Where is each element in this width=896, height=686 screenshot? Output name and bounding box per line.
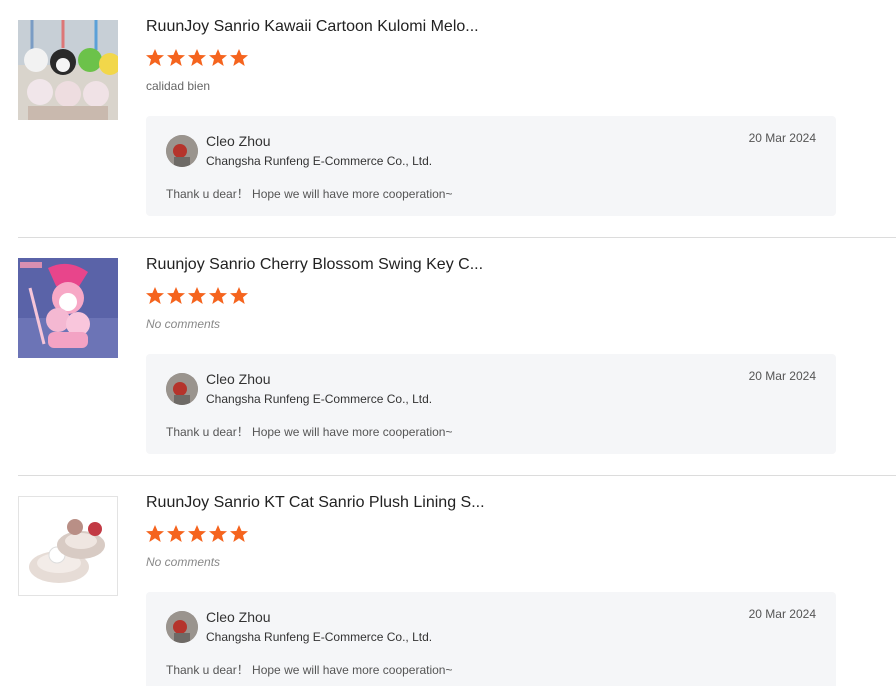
product-thumbnail[interactable] [18, 258, 118, 358]
star-icon [167, 287, 185, 304]
star-icon [209, 287, 227, 304]
review-list: RuunJoy Sanrio Kawaii Cartoon Kulomi Mel… [0, 0, 896, 686]
divider [18, 475, 896, 476]
product-thumbnail[interactable] [18, 496, 118, 596]
avatar [166, 611, 198, 643]
seller-reply: Cleo Zhou Changsha Runfeng E-Commerce Co… [146, 354, 836, 454]
reply-date: 20 Mar 2024 [748, 369, 816, 383]
star-icon [167, 525, 185, 542]
rating-stars [145, 286, 249, 306]
star-icon [188, 287, 206, 304]
rating-stars [145, 524, 249, 544]
star-icon [188, 49, 206, 66]
star-icon [230, 525, 248, 542]
review-comment: No comments [146, 317, 221, 331]
reply-text: Thank u dear！ Hope we will have more coo… [166, 425, 453, 439]
reply-text: Thank u dear！ Hope we will have more coo… [166, 187, 453, 201]
product-title[interactable]: Ruunjoy Sanrio Cherry Blossom Swing Key … [146, 256, 483, 274]
star-icon [188, 525, 206, 542]
review-comment: No comments [146, 555, 221, 569]
replier-company: Changsha Runfeng E-Commerce Co., Ltd. [206, 630, 433, 644]
avatar [166, 135, 198, 167]
replier-name: Cleo Zhou [206, 371, 271, 387]
star-icon [167, 49, 185, 66]
star-icon [209, 49, 227, 66]
seller-reply: Cleo Zhou Changsha Runfeng E-Commerce Co… [146, 116, 836, 216]
product-thumbnail[interactable] [18, 20, 118, 120]
reply-text: Thank u dear！ Hope we will have more coo… [166, 663, 453, 677]
seller-reply: Cleo Zhou Changsha Runfeng E-Commerce Co… [146, 592, 836, 686]
review-comment: calidad bien [146, 79, 211, 93]
replier-company: Changsha Runfeng E-Commerce Co., Ltd. [206, 154, 433, 168]
star-icon [146, 49, 164, 66]
replier-name: Cleo Zhou [206, 609, 271, 625]
replier-name: Cleo Zhou [206, 133, 271, 149]
product-title[interactable]: RuunJoy Sanrio KT Cat Sanrio Plush Linin… [146, 494, 485, 512]
avatar [166, 373, 198, 405]
product-title[interactable]: RuunJoy Sanrio Kawaii Cartoon Kulomi Mel… [146, 18, 479, 36]
divider [18, 237, 896, 238]
reply-date: 20 Mar 2024 [748, 607, 816, 621]
reply-date: 20 Mar 2024 [748, 131, 816, 145]
star-icon [146, 287, 164, 304]
star-icon [230, 287, 248, 304]
star-icon [230, 49, 248, 66]
rating-stars [145, 48, 249, 68]
replier-company: Changsha Runfeng E-Commerce Co., Ltd. [206, 392, 433, 406]
star-icon [209, 525, 227, 542]
star-icon [146, 525, 164, 542]
